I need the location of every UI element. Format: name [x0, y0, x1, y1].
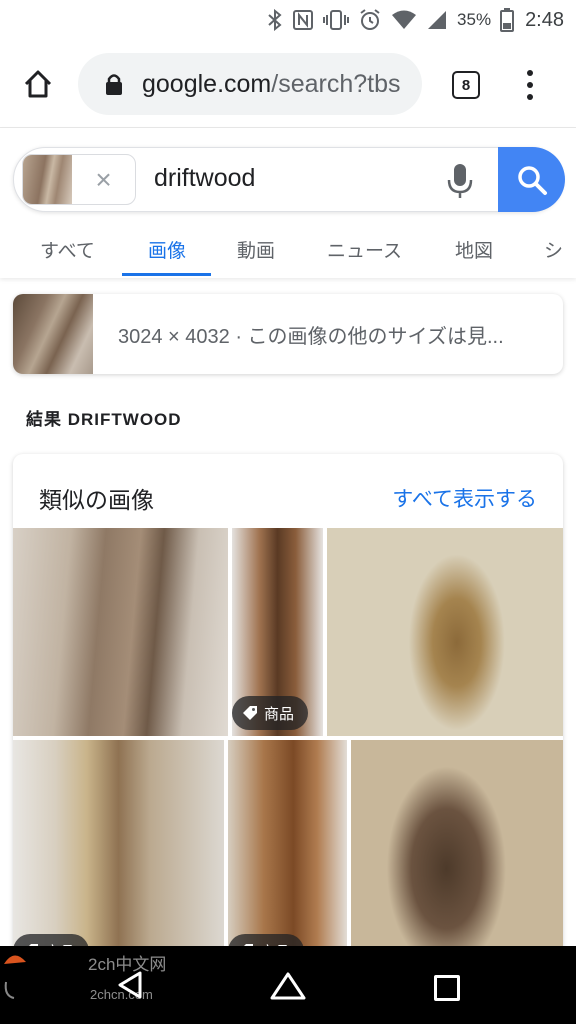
bluetooth-icon: [267, 9, 283, 31]
watermark-logo-icon: [4, 955, 26, 999]
home-icon: [24, 70, 52, 97]
status-bar: 35% 2:48: [0, 0, 576, 40]
image-size-text: 3024 × 4032 · この画像の他のサイズは見...: [118, 325, 504, 348]
close-icon[interactable]: ×: [72, 155, 135, 204]
product-label: 商品: [264, 705, 295, 723]
browser-toolbar: google.com/search?tbs 8: [0, 40, 576, 128]
back-button[interactable]: [116, 970, 144, 1000]
tab-shopping[interactable]: シ: [544, 230, 563, 278]
see-all-link[interactable]: すべて表示する: [392, 483, 537, 513]
wifi-icon: [391, 9, 417, 31]
search-button[interactable]: [498, 147, 565, 212]
search-tabs: すべて 画像 動画 ニュース 地図 シ: [0, 230, 576, 278]
search-icon: [517, 165, 547, 195]
tab-videos[interactable]: 動画: [237, 230, 275, 278]
tab-switcher-button[interactable]: 8: [452, 71, 480, 99]
url-text: google.com/search?tbs: [142, 70, 401, 99]
alarm-icon: [358, 8, 382, 32]
tab-all[interactable]: すべて: [40, 230, 95, 278]
active-tab-indicator: [122, 273, 211, 276]
menu-dot: [527, 94, 533, 100]
vibrate-icon: [323, 9, 350, 31]
overflow-menu-button[interactable]: [522, 68, 538, 102]
lock-icon: [106, 74, 122, 95]
recent-apps-button[interactable]: [434, 975, 460, 1001]
similar-image[interactable]: 商品: [228, 740, 347, 974]
signal-icon: [426, 9, 448, 31]
battery-percent: 35%: [457, 10, 492, 29]
search-input[interactable]: driftwood: [154, 164, 255, 193]
menu-dot: [527, 70, 533, 76]
query-image-thumbnail: [13, 294, 93, 374]
search-box: × driftwood: [13, 147, 565, 212]
url-path: /search?tbs: [271, 69, 401, 98]
search-image-thumbnail: [23, 155, 73, 204]
tab-images[interactable]: 画像: [148, 230, 186, 278]
watermark-text: 2ch中文网 2chcn.com: [28, 950, 166, 1002]
battery-icon: [500, 8, 515, 32]
similar-image[interactable]: 商品: [232, 528, 323, 736]
system-navigation-bar: 2ch中文网 2chcn.com: [0, 946, 576, 1024]
home-button[interactable]: [18, 64, 58, 104]
search-header: × driftwood すべて 画像 動画 ニュース 地図 シ: [0, 128, 576, 278]
similar-images-card: 類似の画像 すべて表示する 商品 商品 商品: [13, 454, 563, 974]
microphone-icon[interactable]: [446, 162, 474, 200]
url-domain: google.com: [142, 69, 272, 98]
clock: 2:48: [525, 8, 564, 31]
product-badge: 商品: [232, 696, 309, 730]
tag-icon: [243, 706, 257, 720]
similar-image[interactable]: [327, 528, 563, 736]
tab-news[interactable]: ニュース: [327, 230, 402, 278]
image-info-card[interactable]: 3024 × 4032 · この画像の他のサイズは見...: [13, 294, 563, 374]
similar-image[interactable]: [13, 528, 228, 736]
home-nav-button[interactable]: [268, 970, 308, 1000]
similar-image[interactable]: [351, 740, 563, 974]
menu-dot: [527, 82, 533, 88]
tab-maps[interactable]: 地図: [455, 230, 493, 278]
similar-image[interactable]: 商品: [13, 740, 224, 974]
search-image-chip[interactable]: ×: [22, 154, 136, 205]
results-heading: 結果 DRIFTWOOD: [26, 410, 182, 429]
similar-images-title: 類似の画像: [39, 487, 154, 513]
address-bar[interactable]: google.com/search?tbs: [78, 53, 422, 115]
nfc-icon: [292, 9, 314, 31]
